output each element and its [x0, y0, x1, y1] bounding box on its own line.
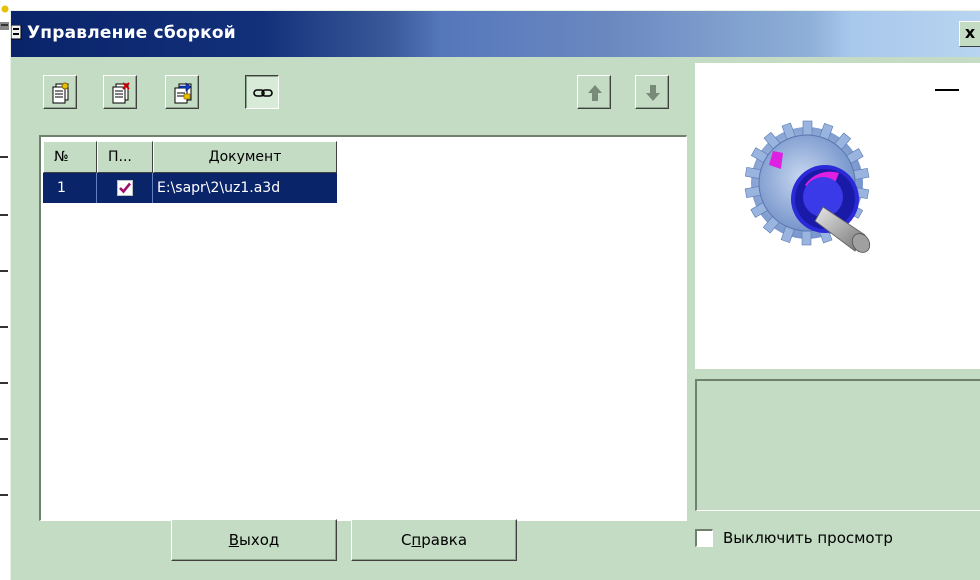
help-button[interactable]: Справка	[351, 519, 517, 561]
document-list[interactable]: № П... Документ 1 E:\sapr\2\uz1.a3d	[39, 135, 687, 521]
info-box	[695, 379, 980, 511]
column-header-number[interactable]: №	[43, 141, 97, 173]
title-bar[interactable]: Управление сборкой x	[11, 11, 980, 57]
row-checkbox-cell[interactable]	[97, 173, 153, 203]
disable-preview-checkbox[interactable]	[695, 529, 713, 547]
link-icon	[253, 89, 273, 97]
row-document-cell: E:\sapr\2\uz1.a3d	[157, 180, 281, 196]
add-document-button[interactable]	[43, 75, 77, 109]
preview-panel	[695, 63, 980, 369]
column-header-p[interactable]: П...	[97, 141, 153, 173]
remove-document-icon	[112, 82, 130, 104]
system-menu-icon[interactable]	[11, 25, 23, 41]
ruler-tick	[0, 382, 8, 384]
column-header-document[interactable]: Документ	[153, 141, 337, 173]
app-icon	[0, 5, 9, 30]
table-row[interactable]: 1 E:\sapr\2\uz1.a3d	[43, 173, 337, 203]
add-document-icon	[52, 82, 69, 104]
window-title: Управление сборкой	[27, 23, 236, 43]
move-down-button[interactable]	[635, 75, 669, 109]
assembly-manager-dialog: Управление сборкой x № П... Документ 1 E…	[10, 10, 980, 580]
ruler-tick	[0, 156, 8, 158]
replace-document-icon	[174, 82, 192, 104]
checkmark-icon	[119, 182, 132, 194]
exit-button[interactable]: Выход	[171, 519, 337, 561]
ruler-tick	[0, 326, 8, 328]
ruler-tick	[0, 214, 8, 216]
preview-minimize-icon[interactable]	[935, 89, 959, 91]
remove-document-button[interactable]	[103, 75, 137, 109]
arrow-up-icon	[588, 85, 602, 101]
close-button[interactable]: x	[959, 21, 980, 47]
replace-document-button[interactable]	[165, 75, 199, 109]
disable-preview-label[interactable]: Выключить просмотр	[723, 529, 893, 547]
row-number-cell: 1	[43, 173, 97, 203]
link-button[interactable]	[245, 75, 279, 109]
close-icon: x	[964, 23, 976, 42]
ruler-tick	[0, 438, 8, 440]
ruler-tick	[0, 270, 8, 272]
move-up-button[interactable]	[577, 75, 611, 109]
row-checkbox[interactable]	[117, 180, 133, 196]
ruler-tick	[0, 494, 8, 496]
arrow-down-icon	[646, 85, 660, 101]
gear-shaft-model-image	[744, 120, 871, 253]
